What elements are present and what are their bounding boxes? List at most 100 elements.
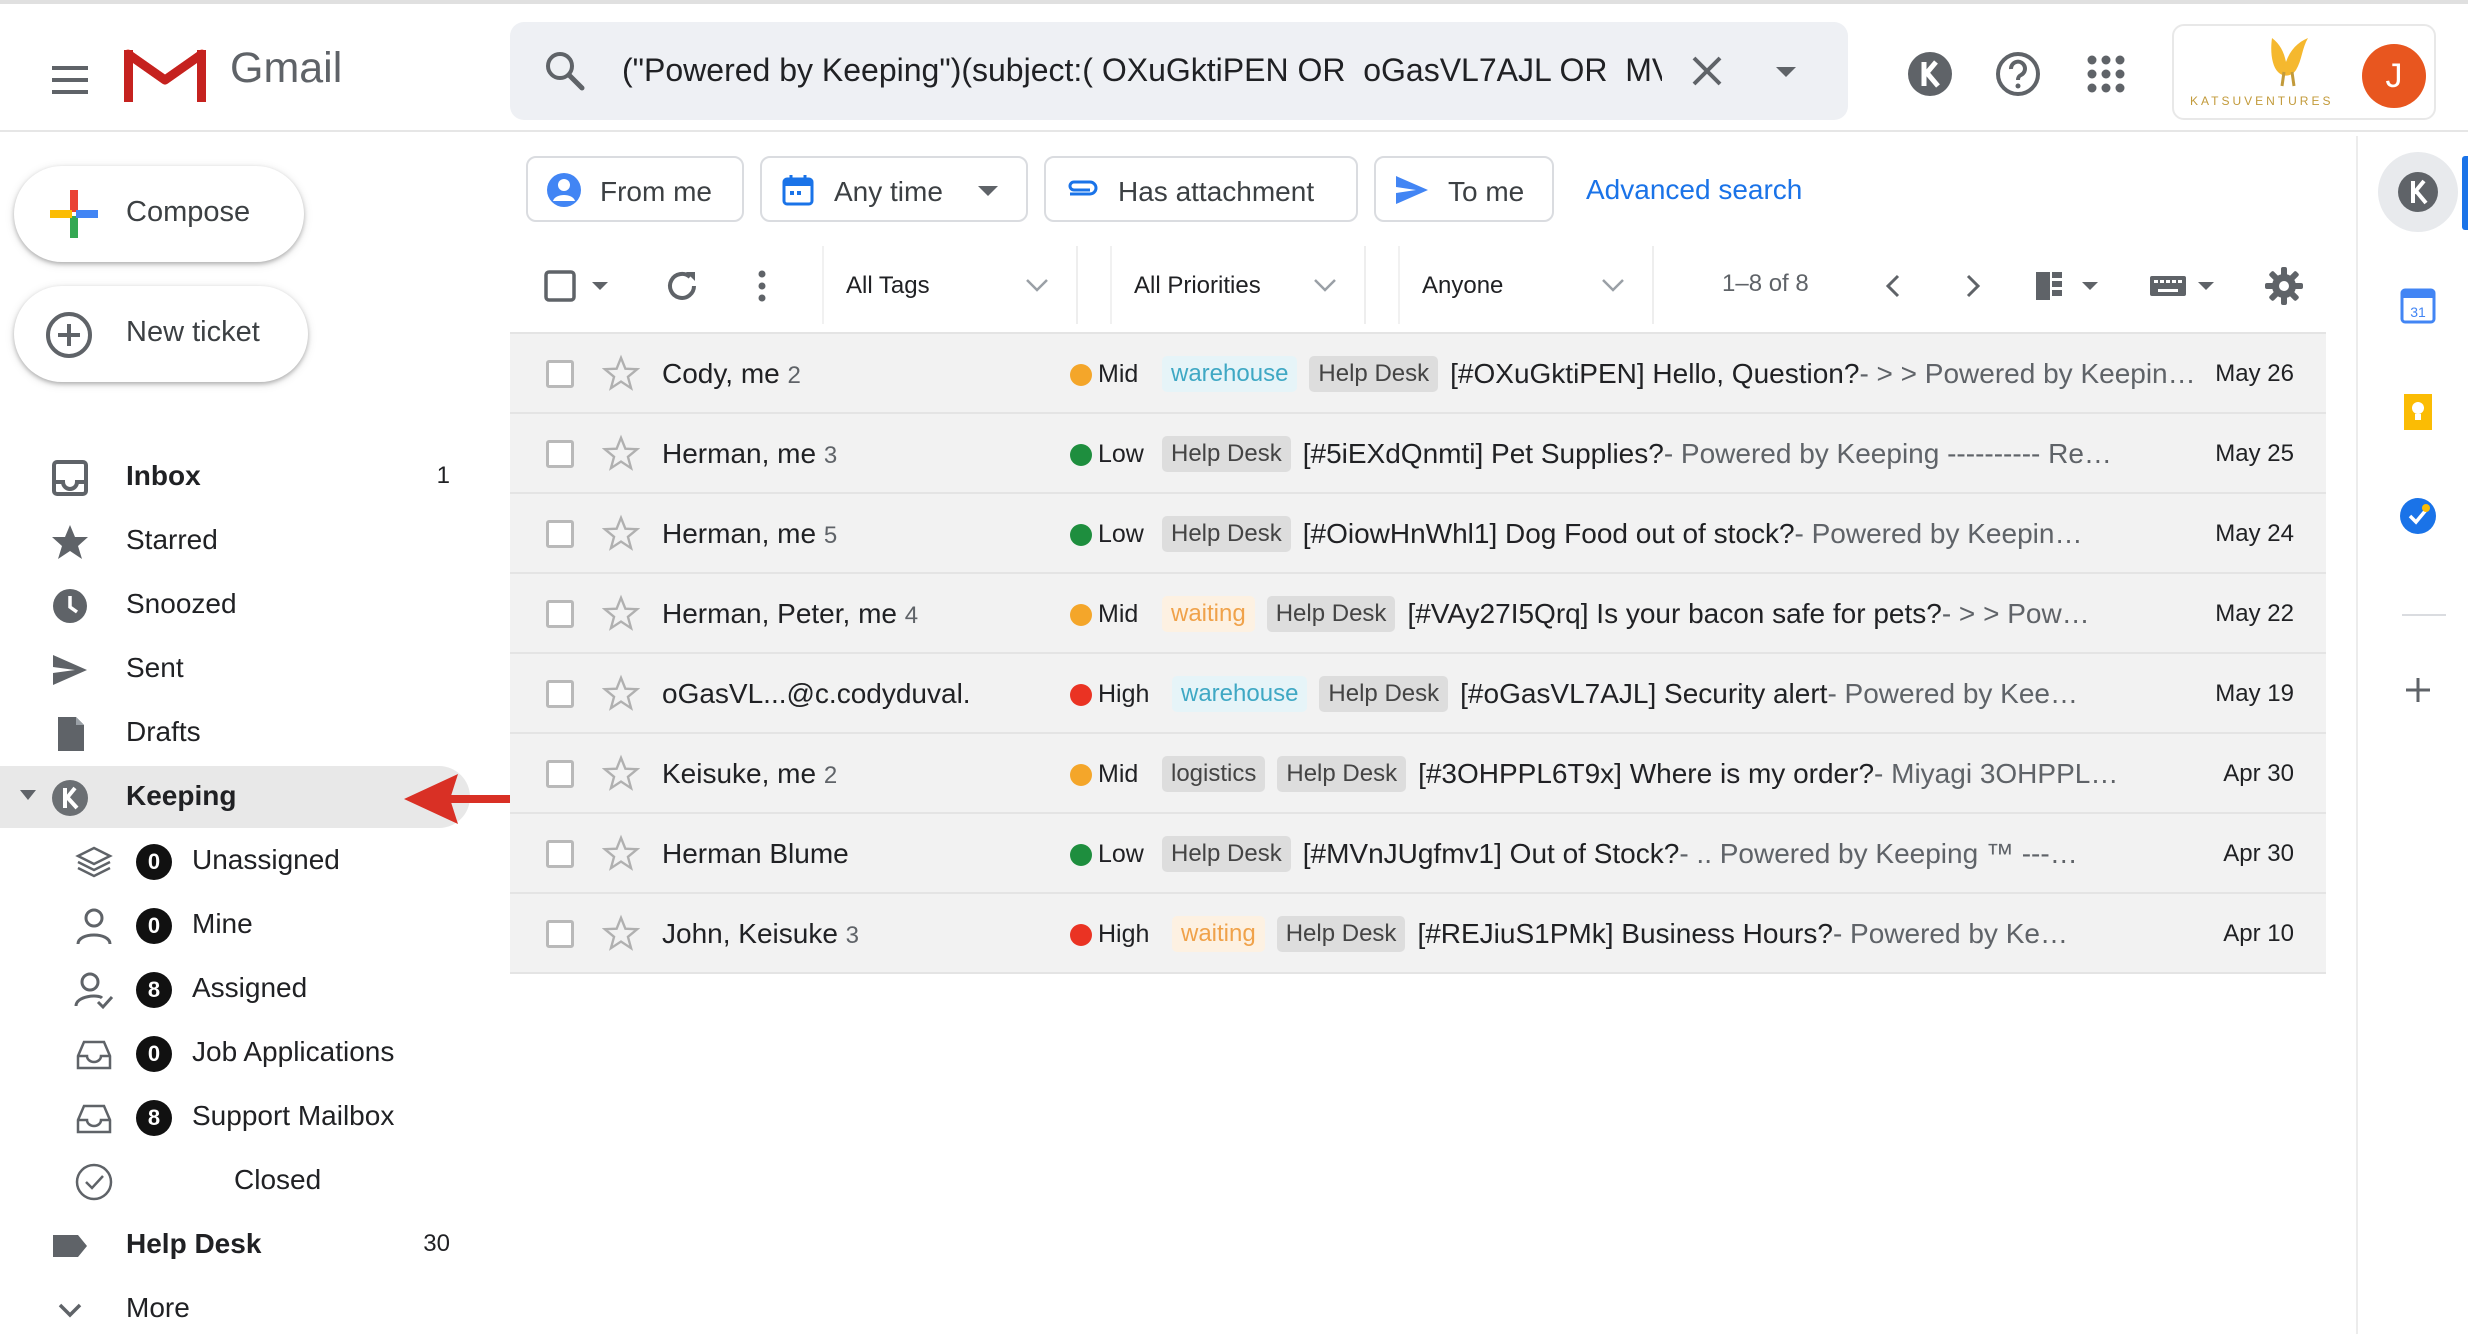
more-vert-icon[interactable] [740,264,784,308]
avatar[interactable]: J [2362,44,2426,108]
sender-name: Herman, Peter, me 4 [662,598,919,629]
sidebar-item-help-desk[interactable]: Help Desk 30 [0,1214,470,1276]
priorities-filter-select[interactable]: All Priorities [1110,246,1366,324]
email-subject: [#OiowHnWhl1] Dog Food out of stock? [1302,518,1795,549]
chip-from-me[interactable]: From me [526,156,744,222]
star-outline-icon[interactable] [602,434,640,472]
chip-has-attachment[interactable]: Has attachment [1044,156,1358,222]
collapse-caret-icon[interactable] [20,790,36,800]
sidebar-item-sent[interactable]: Sent [0,638,470,700]
star-outline-icon[interactable] [602,594,640,632]
email-row[interactable]: Herman Blume Low Help Desk [#MVnJUgfmv1]… [510,814,2326,894]
tag-badge[interactable]: warehouse [1162,356,1298,392]
email-row[interactable]: Herman, me 5 Low Help Desk [#OiowHnWhl1]… [510,494,2326,574]
keep-icon[interactable] [2396,390,2440,434]
search-bar [510,22,1848,120]
keeping-item-closed[interactable]: Closed [0,1150,470,1212]
new-ticket-button[interactable]: New ticket [14,286,308,382]
email-row[interactable]: Herman, me 3 Low Help Desk [#5iEXdQnmti]… [510,414,2326,494]
main-menu-button[interactable] [44,54,96,106]
search-options-dropdown-icon[interactable] [1766,52,1806,92]
sidebar-item-snoozed[interactable]: Snoozed [0,574,470,636]
sender-name: Cody, me 2 [662,358,801,389]
chip-any-time[interactable]: Any time [760,156,1028,222]
row-checkbox[interactable] [546,360,574,388]
refresh-icon[interactable] [660,264,704,308]
search-icon[interactable] [542,48,588,94]
email-row[interactable]: oGasVL...@c.codyduval. High warehouse He… [510,654,2326,734]
keeping-item-mine[interactable]: 0 Mine [0,894,470,956]
advanced-search-link[interactable]: Advanced search [1586,174,1802,206]
chip-to-me[interactable]: To me [1374,156,1554,222]
tag-badge[interactable]: Help Desk [1309,356,1439,392]
email-row[interactable]: John, Keisuke 3 High waiting Help Desk [… [510,894,2326,974]
tag-badge[interactable]: Help Desk [1162,516,1291,552]
priority-dot [1070,604,1092,626]
email-row[interactable]: Cody, me 2 Mid warehouse Help Desk [#OXu… [510,334,2326,414]
assignee-filter-select[interactable]: Anyone [1398,246,1654,324]
sidebar-item-inbox[interactable]: Inbox 1 [0,446,470,508]
label-tag-icon [53,1235,87,1257]
tag-badge[interactable]: Help Desk [1319,676,1449,712]
sidebar-item-label: Help Desk [126,1228,262,1259]
email-row[interactable]: Herman, Peter, me 4 Mid waiting Help Des… [510,574,2326,654]
sender-name: Herman, me 3 [662,438,838,469]
row-checkbox[interactable] [546,840,574,868]
apps-grid-icon[interactable] [2080,48,2132,100]
sidebar-item-more[interactable]: More [0,1278,470,1334]
star-outline-icon[interactable] [602,914,640,952]
star-icon [52,525,88,559]
tag-badge[interactable]: logistics [1162,756,1266,792]
keeping-icon[interactable] [1904,48,1956,100]
search-input[interactable] [622,44,1662,96]
gmail-logo-icon[interactable] [124,40,206,104]
email-snippet: - Powered by Keeping ---------- Reply [1832,918,2083,949]
row-checkbox[interactable] [546,600,574,628]
row-checkbox[interactable] [546,520,574,548]
gear-icon[interactable] [2262,264,2306,308]
tag-badge[interactable]: Help Desk [1162,836,1291,872]
help-icon[interactable] [1992,48,2044,100]
star-outline-icon[interactable] [602,754,640,792]
sidebar-item-starred[interactable]: Starred [0,510,470,572]
tasks-icon[interactable] [2396,494,2440,538]
tags-filter-select[interactable]: All Tags [822,246,1078,324]
star-outline-icon[interactable] [602,834,640,872]
priority-dot [1070,844,1092,866]
row-checkbox[interactable] [546,920,574,948]
row-checkbox[interactable] [546,440,574,468]
calendar-icon[interactable]: 31 [2396,284,2440,328]
keeping-item-job-applications[interactable]: 0 Job Applications [0,1022,470,1084]
email-row[interactable]: Keisuke, me 2 Mid logistics Help Desk [#… [510,734,2326,814]
compose-button[interactable]: Compose [14,166,304,262]
keeping-addon-button[interactable] [2378,152,2458,232]
chip-label: Any time [834,176,943,207]
sidebar-item-drafts[interactable]: Drafts [0,702,470,764]
keeping-item-label: Assigned [192,972,308,1003]
sender-name: oGasVL...@c.codyduval. [662,678,971,709]
tag-badge[interactable]: Help Desk [1266,596,1396,632]
keeping-item-support-mailbox[interactable]: 8 Support Mailbox [0,1086,470,1148]
chevron-left-icon[interactable] [1872,264,1916,308]
star-outline-icon[interactable] [602,354,640,392]
tag-badge[interactable]: warehouse [1172,676,1308,712]
tag-badge[interactable]: waiting [1162,596,1255,632]
tag-badge[interactable]: Help Desk [1276,916,1406,952]
tag-badge[interactable]: Help Desk [1277,756,1407,792]
select-all-checkbox[interactable] [540,264,610,308]
keeping-item-assigned[interactable]: 8 Assigned [0,958,470,1020]
email-subject: [#3OHPPL6T9x] Where is my order? [1418,758,1875,789]
close-icon[interactable] [1682,46,1732,96]
keyboard-icon[interactable] [2146,264,2220,308]
row-checkbox[interactable] [546,760,574,788]
priority-label: High [1098,680,1150,708]
add-addon-icon[interactable] [2396,668,2440,712]
row-checkbox[interactable] [546,680,574,708]
tag-badge[interactable]: waiting [1172,916,1265,952]
chevron-right-icon[interactable] [1950,264,1994,308]
star-outline-icon[interactable] [602,514,640,552]
keeping-item-unassigned[interactable]: 0 Unassigned [0,830,470,892]
split-pane-toggle-icon[interactable] [2030,264,2104,308]
star-outline-icon[interactable] [602,674,640,712]
tag-badge[interactable]: Help Desk [1162,436,1291,472]
